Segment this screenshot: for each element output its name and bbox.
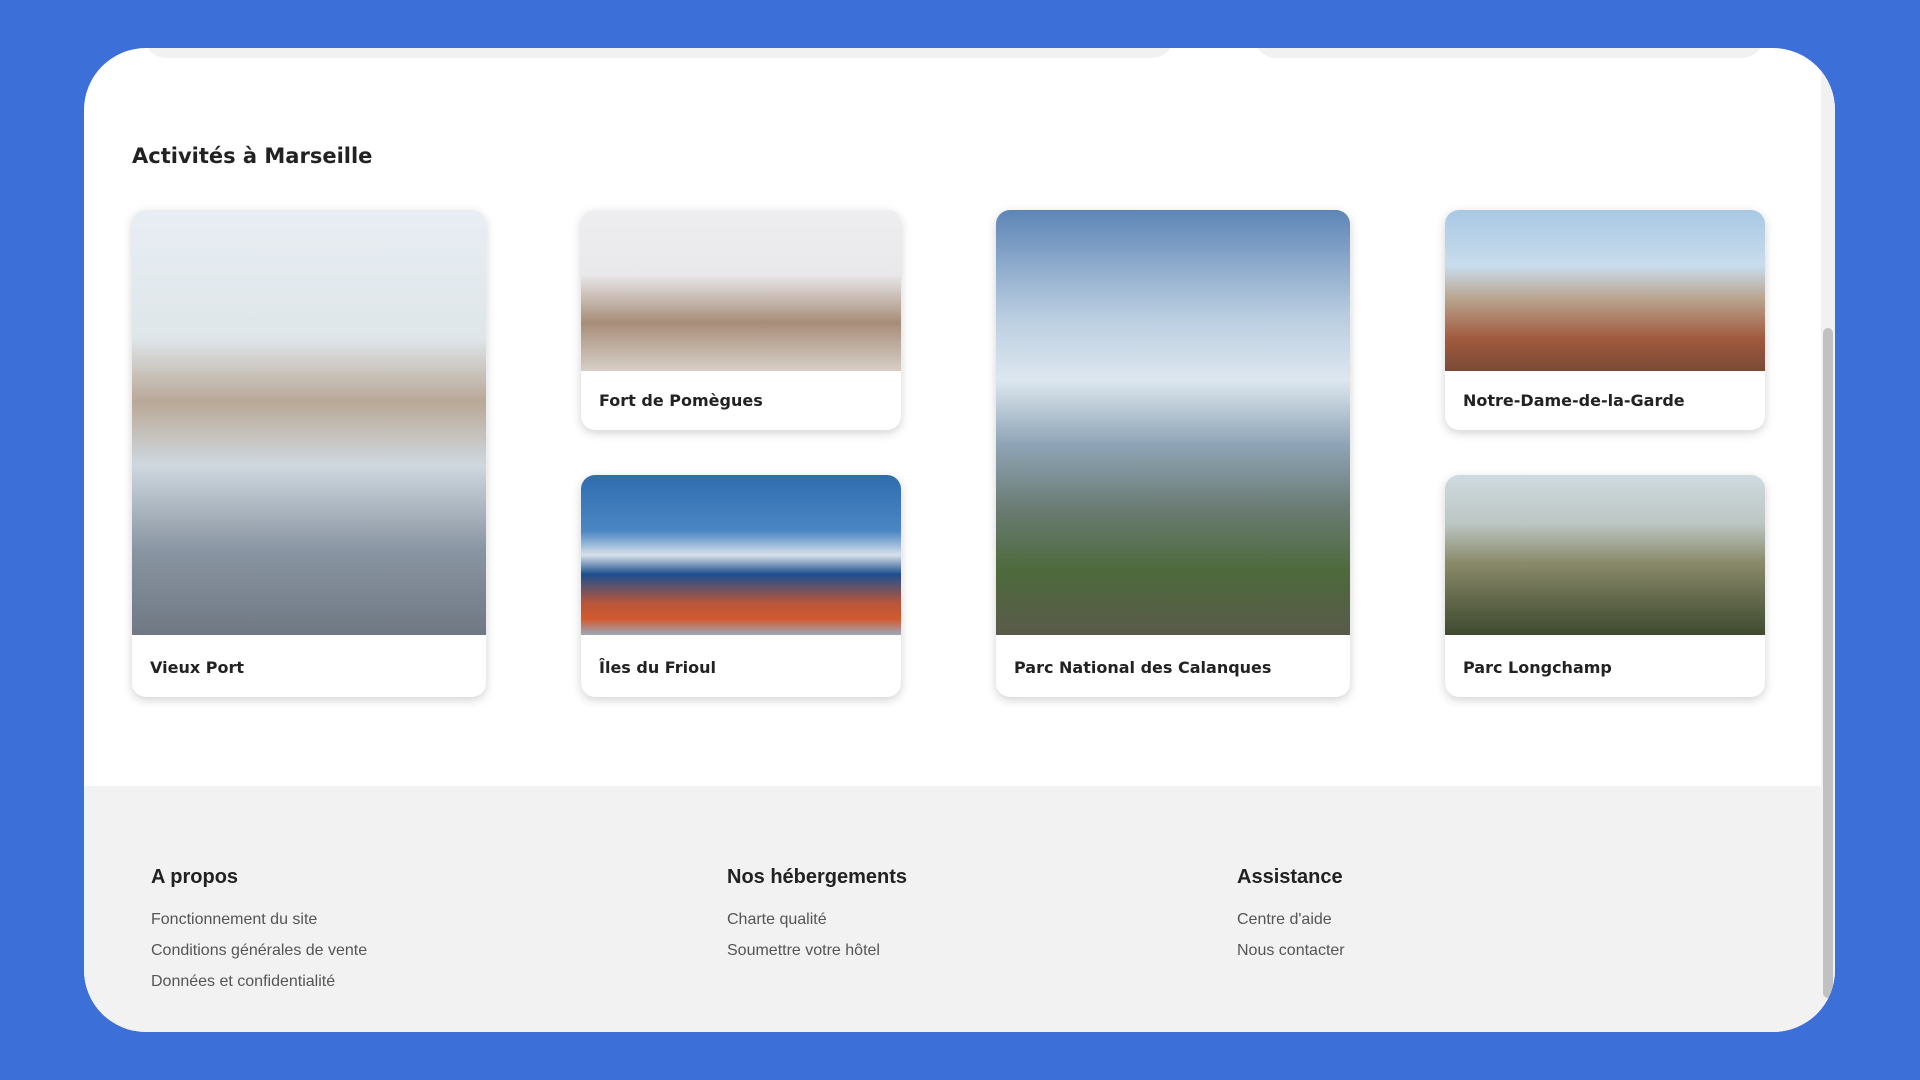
- scrollbar-thumb[interactable]: [1823, 328, 1833, 998]
- parc-longchamp-photo: [1445, 475, 1765, 635]
- footer-link[interactable]: Soumettre votre hôtel: [727, 942, 907, 960]
- footer-heading: A propos: [151, 866, 239, 888]
- activity-card-label: Notre-Dame-de-la-Garde: [1463, 391, 1685, 410]
- calanques-photo: [996, 210, 1350, 635]
- notre-dame-photo: [1445, 210, 1765, 371]
- footer-link[interactable]: Données et confidentialité: [151, 973, 367, 991]
- activity-card-calanques[interactable]: Parc National des Calanques: [996, 210, 1350, 697]
- footer-link[interactable]: Centre d'aide: [1237, 911, 1345, 929]
- activity-card-label: Îles du Frioul: [599, 658, 716, 677]
- footer: A propos Fonctionnement du site Conditio…: [84, 786, 1821, 1032]
- activity-card-label: Vieux Port: [150, 658, 244, 677]
- fort-de-pomegues-photo: [581, 210, 901, 371]
- activity-card-label: Parc National des Calanques: [1014, 658, 1272, 677]
- footer-heading: Nos hébergements: [727, 866, 908, 888]
- footer-column-about: A propos Fonctionnement du site Conditio…: [151, 866, 367, 1004]
- footer-column-accommodations: Nos hébergements Charte qualité Soumettr…: [727, 866, 907, 973]
- activity-card-iles-du-frioul[interactable]: Îles du Frioul: [581, 475, 901, 697]
- footer-column-assistance: Assistance Centre d'aide Nous contacter: [1237, 866, 1345, 973]
- top-bar-right-segment: [1254, 48, 1764, 58]
- activity-card-notre-dame[interactable]: Notre-Dame-de-la-Garde: [1445, 210, 1765, 430]
- footer-link[interactable]: Fonctionnement du site: [151, 911, 367, 929]
- vieux-port-photo: [132, 210, 486, 635]
- browser-page: Activités à Marseille Vieux Port Fort de…: [84, 48, 1835, 1032]
- activity-card-label: Parc Longchamp: [1463, 658, 1612, 677]
- section-title: Activités à Marseille: [132, 144, 373, 168]
- footer-heading: Assistance: [1237, 866, 1343, 888]
- activity-card-label: Fort de Pomègues: [599, 391, 763, 410]
- footer-link[interactable]: Nous contacter: [1237, 942, 1345, 960]
- footer-link[interactable]: Conditions générales de vente: [151, 942, 367, 960]
- scrollbar[interactable]: [1821, 48, 1835, 1032]
- footer-link[interactable]: Charte qualité: [727, 911, 907, 929]
- iles-du-frioul-photo: [581, 475, 901, 635]
- activity-card-vieux-port[interactable]: Vieux Port: [132, 210, 486, 697]
- top-bar-left-segment: [144, 48, 1174, 58]
- activity-card-fort-de-pomegues[interactable]: Fort de Pomègues: [581, 210, 901, 430]
- activity-card-parc-longchamp[interactable]: Parc Longchamp: [1445, 475, 1765, 697]
